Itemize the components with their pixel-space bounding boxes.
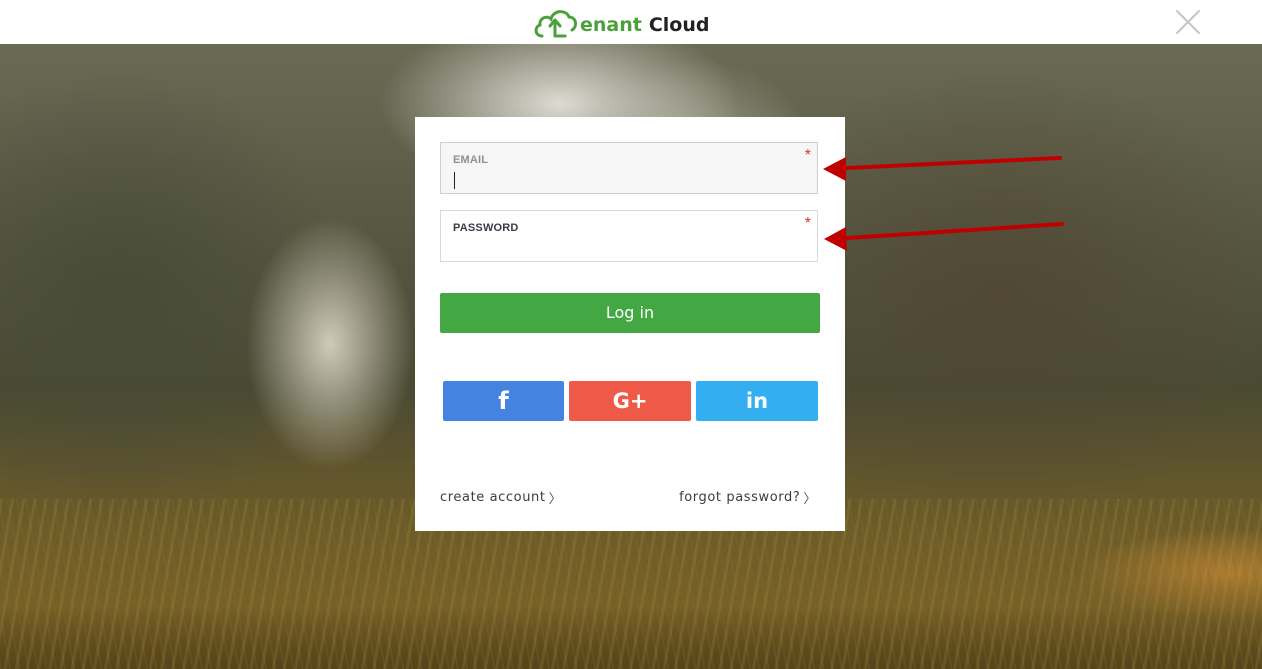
top-bar: enant Cloud [0, 0, 1262, 44]
google-plus-icon: G+ [612, 389, 648, 413]
text-caret [454, 172, 455, 189]
create-account-label: create account [440, 490, 546, 505]
linkedin-icon: in [745, 389, 769, 413]
facebook-login-button[interactable]: f [443, 381, 564, 421]
email-input[interactable] [453, 171, 793, 189]
password-label: PASSWORD [453, 222, 519, 234]
chevron-right-icon: 〉 [803, 492, 817, 507]
create-account-link[interactable]: create account 〉 [440, 488, 562, 507]
chevron-right-icon: 〉 [548, 492, 563, 507]
email-label: EMAIL [453, 154, 489, 166]
login-card: EMAIL * PASSWORD * Log in f G+ in create… [415, 117, 845, 531]
forgot-password-label: forgot password? [679, 490, 801, 505]
password-required-mark: * [804, 215, 811, 232]
close-button[interactable] [1174, 8, 1202, 36]
logo-word-cloud: Cloud [648, 14, 710, 36]
facebook-icon: f [498, 387, 509, 415]
google-login-button[interactable]: G+ [569, 381, 691, 421]
cloud-logo-icon [534, 10, 578, 38]
login-button[interactable]: Log in [440, 293, 820, 333]
email-field[interactable]: EMAIL * [440, 142, 818, 194]
logo-word-tenant: enant [580, 14, 642, 36]
password-input[interactable] [453, 239, 793, 257]
password-field[interactable]: PASSWORD * [440, 210, 818, 262]
forgot-password-link[interactable]: forgot password? 〉 [679, 488, 817, 507]
linkedin-login-button[interactable]: in [696, 381, 818, 421]
email-required-mark: * [804, 147, 811, 164]
close-icon [1175, 9, 1201, 35]
tenant-cloud-logo[interactable]: enant Cloud [532, 4, 709, 40]
